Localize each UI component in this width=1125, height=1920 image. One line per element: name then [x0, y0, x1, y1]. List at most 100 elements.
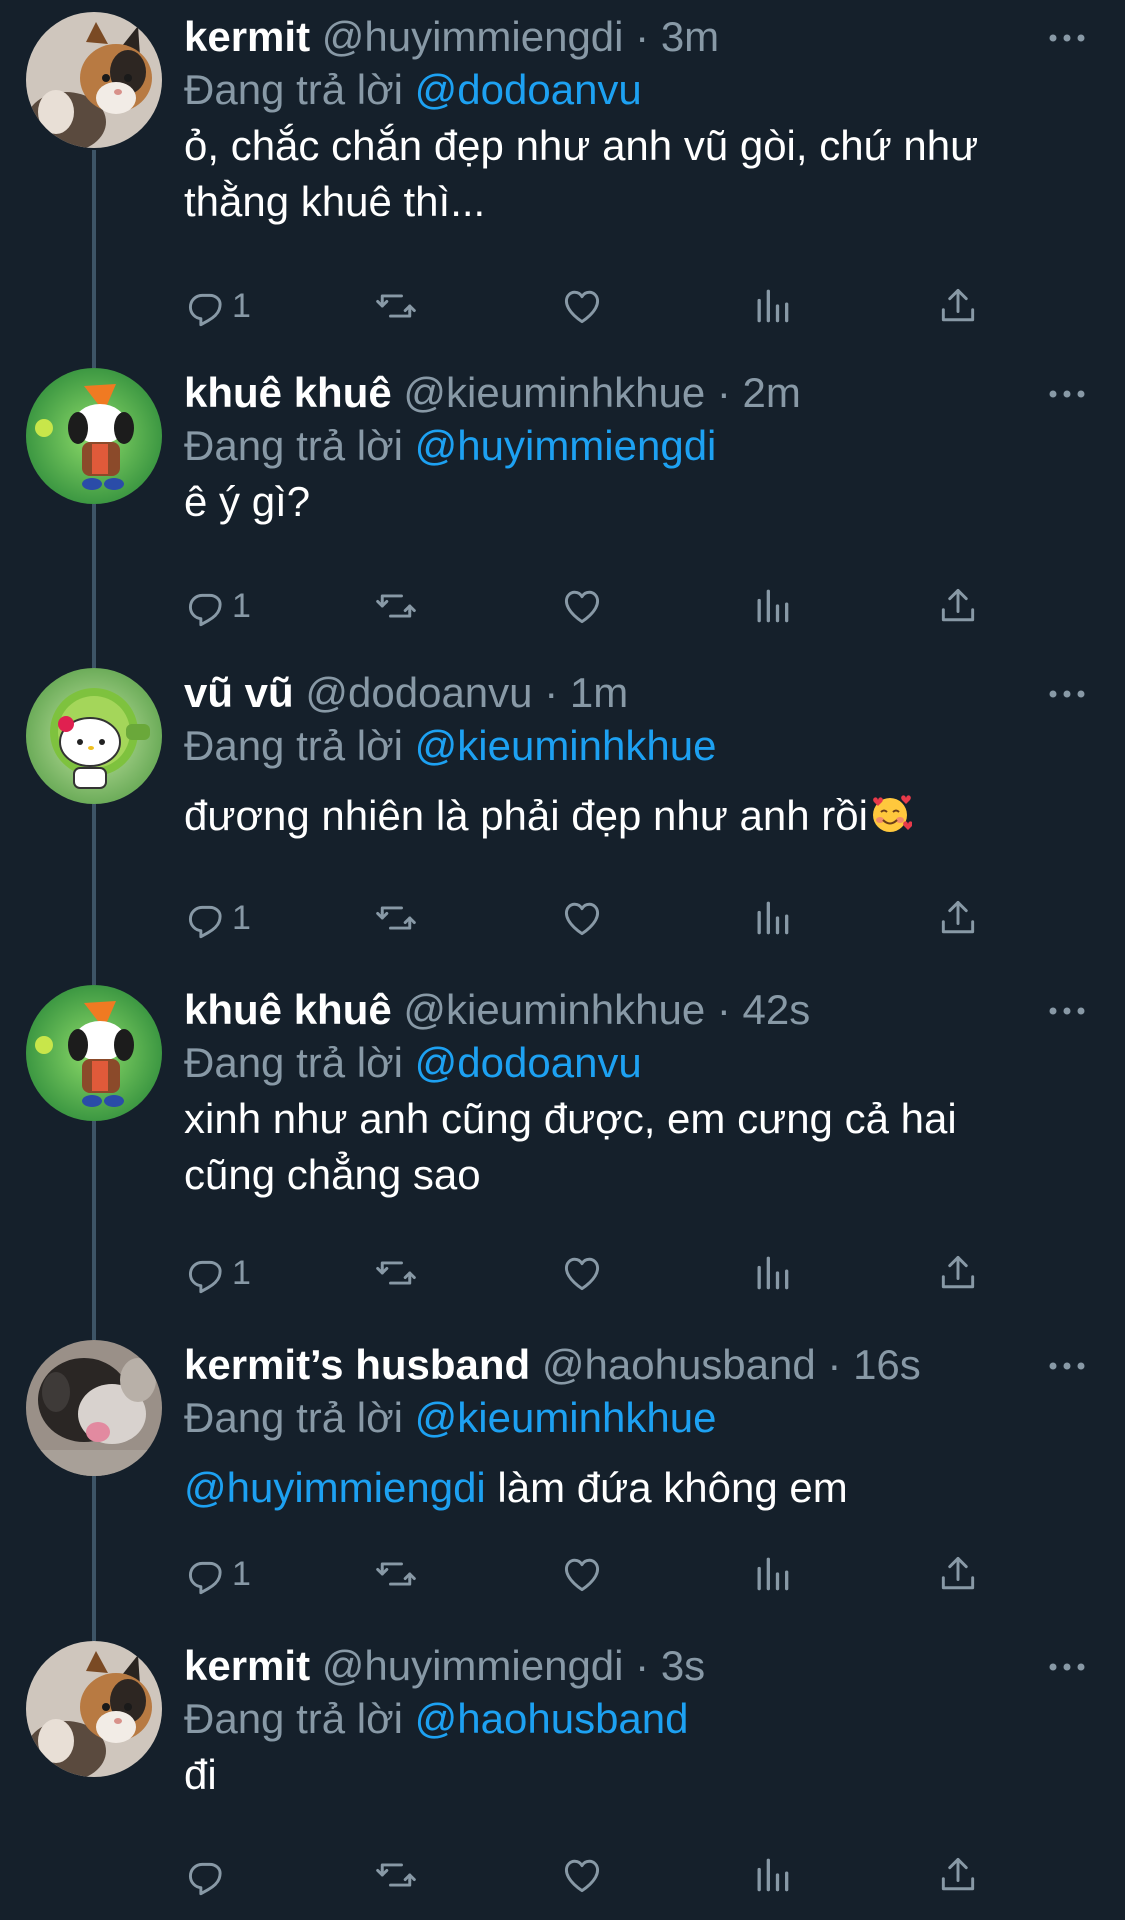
retweet-button[interactable]	[374, 894, 418, 942]
share-button[interactable]	[936, 282, 980, 330]
reply-count: 1	[232, 586, 251, 625]
share-icon	[936, 1251, 980, 1295]
replying-to: Đang trả lời @dodoanvu	[184, 1035, 1084, 1091]
more-options-icon[interactable]	[1047, 32, 1087, 44]
replying-prefix: Đang trả lời	[184, 1394, 403, 1441]
reply-button[interactable]: 1	[184, 582, 251, 630]
replying-prefix: Đang trả lời	[184, 422, 403, 469]
like-button[interactable]	[560, 582, 604, 630]
bar-chart-icon	[750, 284, 794, 328]
handle[interactable]: @kieuminhkhue	[403, 986, 705, 1033]
reply-mention[interactable]: @dodoanvu	[415, 66, 642, 113]
share-button[interactable]	[936, 1550, 980, 1598]
heart-icon	[560, 584, 604, 628]
reply-mention[interactable]: @huyimmiengdi	[415, 422, 717, 469]
replying-to: Đang trả lời @kieuminhkhue	[184, 1390, 1084, 1446]
like-button[interactable]	[560, 282, 604, 330]
reply-button[interactable]: 1	[184, 282, 251, 330]
retweet-button[interactable]	[374, 1851, 418, 1899]
analytics-button[interactable]	[750, 282, 794, 330]
like-button[interactable]	[560, 894, 604, 942]
tweet-text: đương nhiên là phải đẹp như anh rồi	[184, 788, 1084, 844]
timestamp[interactable]: · 42s	[717, 986, 810, 1033]
avatar[interactable]	[26, 1641, 162, 1777]
handle[interactable]: @haohusband	[542, 1341, 816, 1388]
reply-button[interactable]: 1	[184, 1249, 251, 1297]
avatar[interactable]	[26, 12, 162, 148]
handle[interactable]: @huyimmiengdi	[322, 1642, 624, 1689]
reply-mention[interactable]: @dodoanvu	[415, 1039, 642, 1086]
avatar[interactable]	[26, 1340, 162, 1476]
display-name[interactable]: kermit	[184, 13, 310, 60]
display-name[interactable]: vũ vũ	[184, 669, 294, 716]
replying-prefix: Đang trả lời	[184, 66, 403, 113]
replying-to: Đang trả lời @huyimmiengdi	[184, 418, 1084, 474]
analytics-button[interactable]	[750, 894, 794, 942]
display-name[interactable]: kermit	[184, 1642, 310, 1689]
reply-button[interactable]	[184, 1851, 232, 1899]
tweet-actions: 1	[184, 894, 1004, 942]
like-button[interactable]	[560, 1851, 604, 1899]
retweet-button[interactable]	[374, 282, 418, 330]
handle[interactable]: @dodoanvu	[305, 669, 532, 716]
more-options-icon[interactable]	[1047, 1005, 1087, 1017]
analytics-button[interactable]	[750, 582, 794, 630]
avatar[interactable]	[26, 985, 162, 1121]
like-button[interactable]	[560, 1550, 604, 1598]
reply-icon	[184, 584, 228, 628]
tweet-text: ỏ, chắc chắn đẹp như anh vũ gòi, chứ như…	[184, 118, 1084, 230]
heart-icon	[560, 1853, 604, 1897]
reply-icon	[184, 1251, 228, 1295]
retweet-icon	[374, 1853, 418, 1897]
tweet-text-line: thằng khuê thì...	[184, 178, 486, 225]
share-button[interactable]	[936, 1249, 980, 1297]
reply-icon	[184, 896, 228, 940]
reply-button[interactable]: 1	[184, 894, 251, 942]
smiling-face-with-hearts-icon	[868, 792, 912, 836]
display-name[interactable]: khuê khuê	[184, 369, 392, 416]
handle[interactable]: @huyimmiengdi	[322, 13, 624, 60]
reply-mention[interactable]: @kieuminhkhue	[415, 1394, 717, 1441]
tweet-text: đi	[184, 1747, 1084, 1803]
inline-mention[interactable]: @huyimmiengdi	[184, 1464, 486, 1511]
retweet-button[interactable]	[374, 1249, 418, 1297]
share-button[interactable]	[936, 582, 980, 630]
reply-button[interactable]: 1	[184, 1550, 251, 1598]
handle[interactable]: @kieuminhkhue	[403, 369, 705, 416]
share-icon	[936, 584, 980, 628]
more-options-icon[interactable]	[1047, 388, 1087, 400]
retweet-button[interactable]	[374, 1550, 418, 1598]
analytics-button[interactable]	[750, 1249, 794, 1297]
tweet-text-line: ỏ, chắc chắn đẹp như anh vũ gòi, chứ như	[184, 122, 979, 169]
timestamp[interactable]: · 3m	[635, 13, 719, 60]
timestamp[interactable]: · 2m	[717, 369, 801, 416]
tweet-actions	[184, 1851, 1004, 1899]
more-options-icon[interactable]	[1047, 1360, 1087, 1372]
tweet-text-line: cũng chẳng sao	[184, 1151, 481, 1198]
timestamp[interactable]: · 3s	[635, 1642, 705, 1689]
share-button[interactable]	[936, 894, 980, 942]
share-button[interactable]	[936, 1851, 980, 1899]
tweet-text: ê ý gì?	[184, 474, 1084, 530]
reply-mention[interactable]: @haohusband	[415, 1695, 689, 1742]
retweet-button[interactable]	[374, 582, 418, 630]
bar-chart-icon	[750, 1251, 794, 1295]
tweet-text: xinh như anh cũng được, em cưng cả hai c…	[184, 1091, 1084, 1203]
reply-icon	[184, 1552, 228, 1596]
retweet-icon	[374, 896, 418, 940]
reply-mention[interactable]: @kieuminhkhue	[415, 722, 717, 769]
display-name[interactable]: khuê khuê	[184, 986, 392, 1033]
tweet-actions: 1	[184, 1550, 1004, 1598]
more-options-icon[interactable]	[1047, 1661, 1087, 1673]
like-button[interactable]	[560, 1249, 604, 1297]
display-name[interactable]: kermit’s husband	[184, 1341, 530, 1388]
analytics-button[interactable]	[750, 1851, 794, 1899]
avatar[interactable]	[26, 668, 162, 804]
timestamp[interactable]: · 1m	[544, 669, 628, 716]
analytics-button[interactable]	[750, 1550, 794, 1598]
timestamp[interactable]: · 16s	[827, 1341, 920, 1388]
avatar[interactable]	[26, 368, 162, 504]
tweet-actions: 1	[184, 282, 1004, 330]
more-options-icon[interactable]	[1047, 688, 1087, 700]
replying-prefix: Đang trả lời	[184, 722, 403, 769]
